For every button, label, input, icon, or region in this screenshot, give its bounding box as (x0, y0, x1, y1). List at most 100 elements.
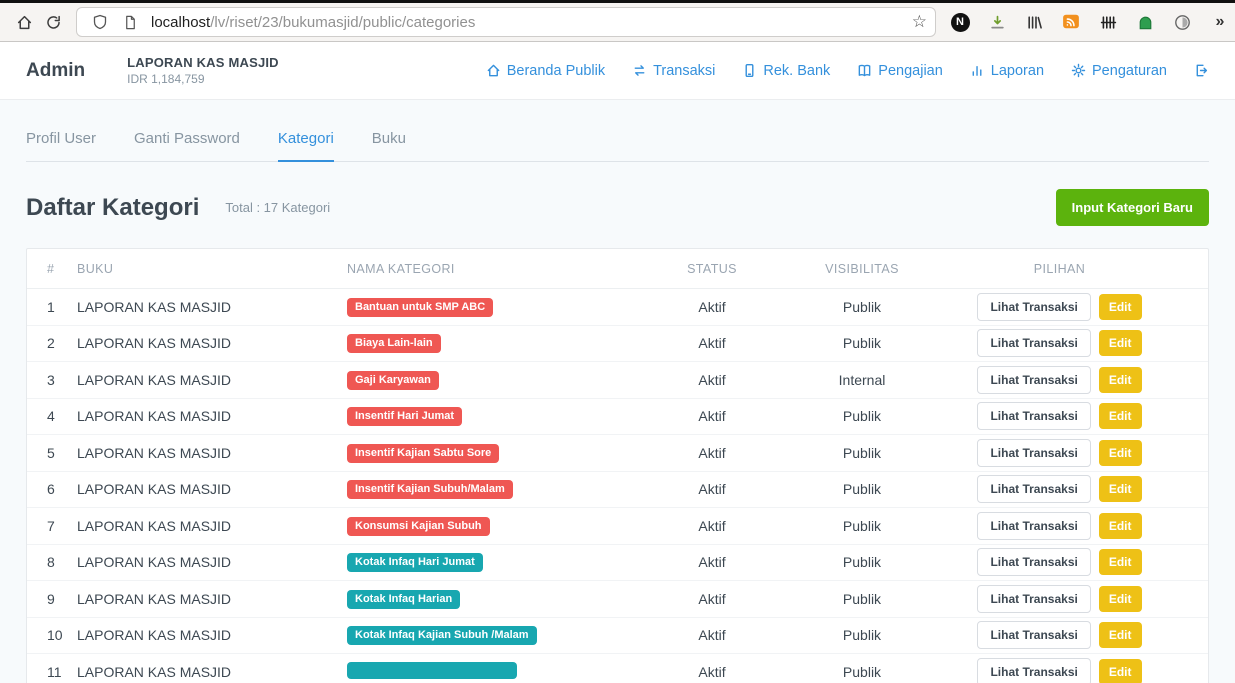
table-header-row: # BUKU NAMA KATEGORI STATUS VISIBILITAS … (27, 249, 1208, 289)
row-visibility: Publik (787, 481, 937, 497)
row-status: Aktif (637, 445, 787, 461)
edit-button[interactable]: Edit (1099, 622, 1142, 648)
edit-button[interactable]: Edit (1099, 330, 1142, 356)
edit-button[interactable]: Edit (1099, 549, 1142, 575)
nav-pengaturan[interactable]: Pengaturan (1071, 63, 1167, 79)
shield-icon[interactable] (89, 11, 111, 33)
row-buku: LAPORAN KAS MASJID (77, 554, 347, 570)
row-actions: Lihat Transaksi Edit (937, 293, 1208, 321)
row-visibility: Publik (787, 554, 937, 570)
row-number: 3 (47, 372, 77, 388)
row-visibility: Publik (787, 335, 937, 351)
view-transactions-button[interactable]: Lihat Transaksi (977, 585, 1090, 613)
grid-icon[interactable] (1098, 12, 1118, 32)
home-icon (486, 63, 501, 78)
book-icon (857, 63, 872, 78)
view-transactions-button[interactable]: Lihat Transaksi (977, 658, 1090, 683)
view-transactions-button[interactable]: Lihat Transaksi (977, 475, 1090, 503)
nav-transaksi[interactable]: Transaksi (632, 63, 715, 79)
reload-icon[interactable] (45, 11, 62, 33)
row-actions: Lihat Transaksi Edit (937, 439, 1208, 467)
notion-extension-icon[interactable]: N (950, 12, 970, 32)
home-icon[interactable] (16, 11, 33, 33)
nav-logout[interactable] (1194, 63, 1209, 78)
edit-button[interactable]: Edit (1099, 294, 1142, 320)
edit-button[interactable]: Edit (1099, 367, 1142, 393)
table-row: 9 LAPORAN KAS MASJID Kotak Infaq Harian … (27, 581, 1208, 618)
rss-icon[interactable] (1061, 12, 1081, 32)
table-row: 6 LAPORAN KAS MASJID Insentif Kajian Sub… (27, 472, 1208, 509)
table-row: 1 LAPORAN KAS MASJID Bantuan untuk SMP A… (27, 289, 1208, 326)
nav-rek-bank[interactable]: Rek. Bank (742, 63, 830, 79)
row-status: Aktif (637, 627, 787, 643)
row-kategori-cell: Insentif Kajian Sabtu Sore (347, 443, 637, 463)
app-header: Admin LAPORAN KAS MASJID IDR 1,184,759 B… (0, 42, 1235, 100)
row-kategori-cell: Insentif Hari Jumat (347, 406, 637, 426)
category-badge: Kotak Infaq Hari Jumat (347, 553, 483, 572)
row-number: 1 (47, 299, 77, 315)
row-kategori-cell: Konsumsi Kajian Subuh (347, 516, 637, 536)
edit-button[interactable]: Edit (1099, 403, 1142, 429)
book-balance: IDR 1,184,759 (127, 72, 279, 86)
nav-laporan[interactable]: Laporan (970, 63, 1044, 79)
view-transactions-button[interactable]: Lihat Transaksi (977, 621, 1090, 649)
view-transactions-button[interactable]: Lihat Transaksi (977, 439, 1090, 467)
admin-label: Admin (26, 60, 85, 82)
overflow-chevrons-icon[interactable]: » (1209, 12, 1229, 32)
extension-icons: N» (950, 12, 1229, 32)
row-kategori-cell: Biaya Lain-lain (347, 333, 637, 353)
edit-button[interactable]: Edit (1099, 440, 1142, 466)
section-header: Daftar Kategori Total : 17 Kategori Inpu… (26, 189, 1209, 226)
row-actions: Lihat Transaksi Edit (937, 366, 1208, 394)
header-nama-kategori: NAMA KATEGORI (347, 262, 637, 276)
view-transactions-button[interactable]: Lihat Transaksi (977, 293, 1090, 321)
bookmark-star-icon[interactable]: ☆ (912, 12, 927, 32)
row-actions: Lihat Transaksi Edit (937, 475, 1208, 503)
row-kategori-cell: Kotak Infaq Kajian Subuh /Malam (347, 625, 637, 645)
category-badge: Insentif Kajian Subuh/Malam (347, 480, 513, 499)
tab-kategori[interactable]: Kategori (278, 130, 334, 162)
view-transactions-button[interactable]: Lihat Transaksi (977, 366, 1090, 394)
view-transactions-button[interactable]: Lihat Transaksi (977, 512, 1090, 540)
header-number: # (47, 262, 77, 276)
row-visibility: Publik (787, 518, 937, 534)
page-title: Daftar Kategori (26, 194, 199, 222)
page-icon[interactable] (119, 11, 141, 33)
table-row: 7 LAPORAN KAS MASJID Konsumsi Kajian Sub… (27, 508, 1208, 545)
row-number: 6 (47, 481, 77, 497)
row-kategori-cell: Kotak Infaq Hari Jumat (347, 552, 637, 572)
row-buku: LAPORAN KAS MASJID (77, 481, 347, 497)
tab-buku[interactable]: Buku (372, 130, 406, 161)
category-table: # BUKU NAMA KATEGORI STATUS VISIBILITAS … (26, 248, 1209, 683)
library-icon[interactable] (1024, 12, 1044, 32)
row-status: Aktif (637, 299, 787, 315)
row-status: Aktif (637, 335, 787, 351)
browser-toolbar: localhost/lv/riset/23/bukumasjid/public/… (0, 0, 1235, 42)
view-transactions-button[interactable]: Lihat Transaksi (977, 548, 1090, 576)
dome-icon[interactable] (1135, 12, 1155, 32)
input-kategori-baru-button[interactable]: Input Kategori Baru (1056, 189, 1209, 226)
edit-button[interactable]: Edit (1099, 513, 1142, 539)
download-icon[interactable] (987, 12, 1007, 32)
tab-ganti-password[interactable]: Ganti Password (134, 130, 240, 161)
book-block: LAPORAN KAS MASJID IDR 1,184,759 (127, 55, 279, 86)
tab-profil-user[interactable]: Profil User (26, 130, 96, 161)
edit-button[interactable]: Edit (1099, 659, 1142, 683)
nav-pengajian[interactable]: Pengajian (857, 63, 943, 79)
row-buku: LAPORAN KAS MASJID (77, 445, 347, 461)
edit-button[interactable]: Edit (1099, 476, 1142, 502)
row-buku: LAPORAN KAS MASJID (77, 664, 347, 680)
table-row: 5 LAPORAN KAS MASJID Insentif Kajian Sab… (27, 435, 1208, 472)
row-kategori-cell: Gaji Karyawan (347, 370, 637, 390)
pie-circle-icon[interactable] (1172, 12, 1192, 32)
swap-icon (632, 63, 647, 78)
view-transactions-button[interactable]: Lihat Transaksi (977, 329, 1090, 357)
url-bar[interactable]: localhost/lv/riset/23/bukumasjid/public/… (76, 7, 936, 37)
url-path: /lv/riset/23/bukumasjid/public/categorie… (210, 14, 475, 31)
table-row: 11 LAPORAN KAS MASJID Aktif Publik Lihat… (27, 654, 1208, 683)
row-visibility: Internal (787, 372, 937, 388)
nav-beranda-publik[interactable]: Beranda Publik (486, 63, 605, 79)
edit-button[interactable]: Edit (1099, 586, 1142, 612)
view-transactions-button[interactable]: Lihat Transaksi (977, 402, 1090, 430)
row-status: Aktif (637, 518, 787, 534)
